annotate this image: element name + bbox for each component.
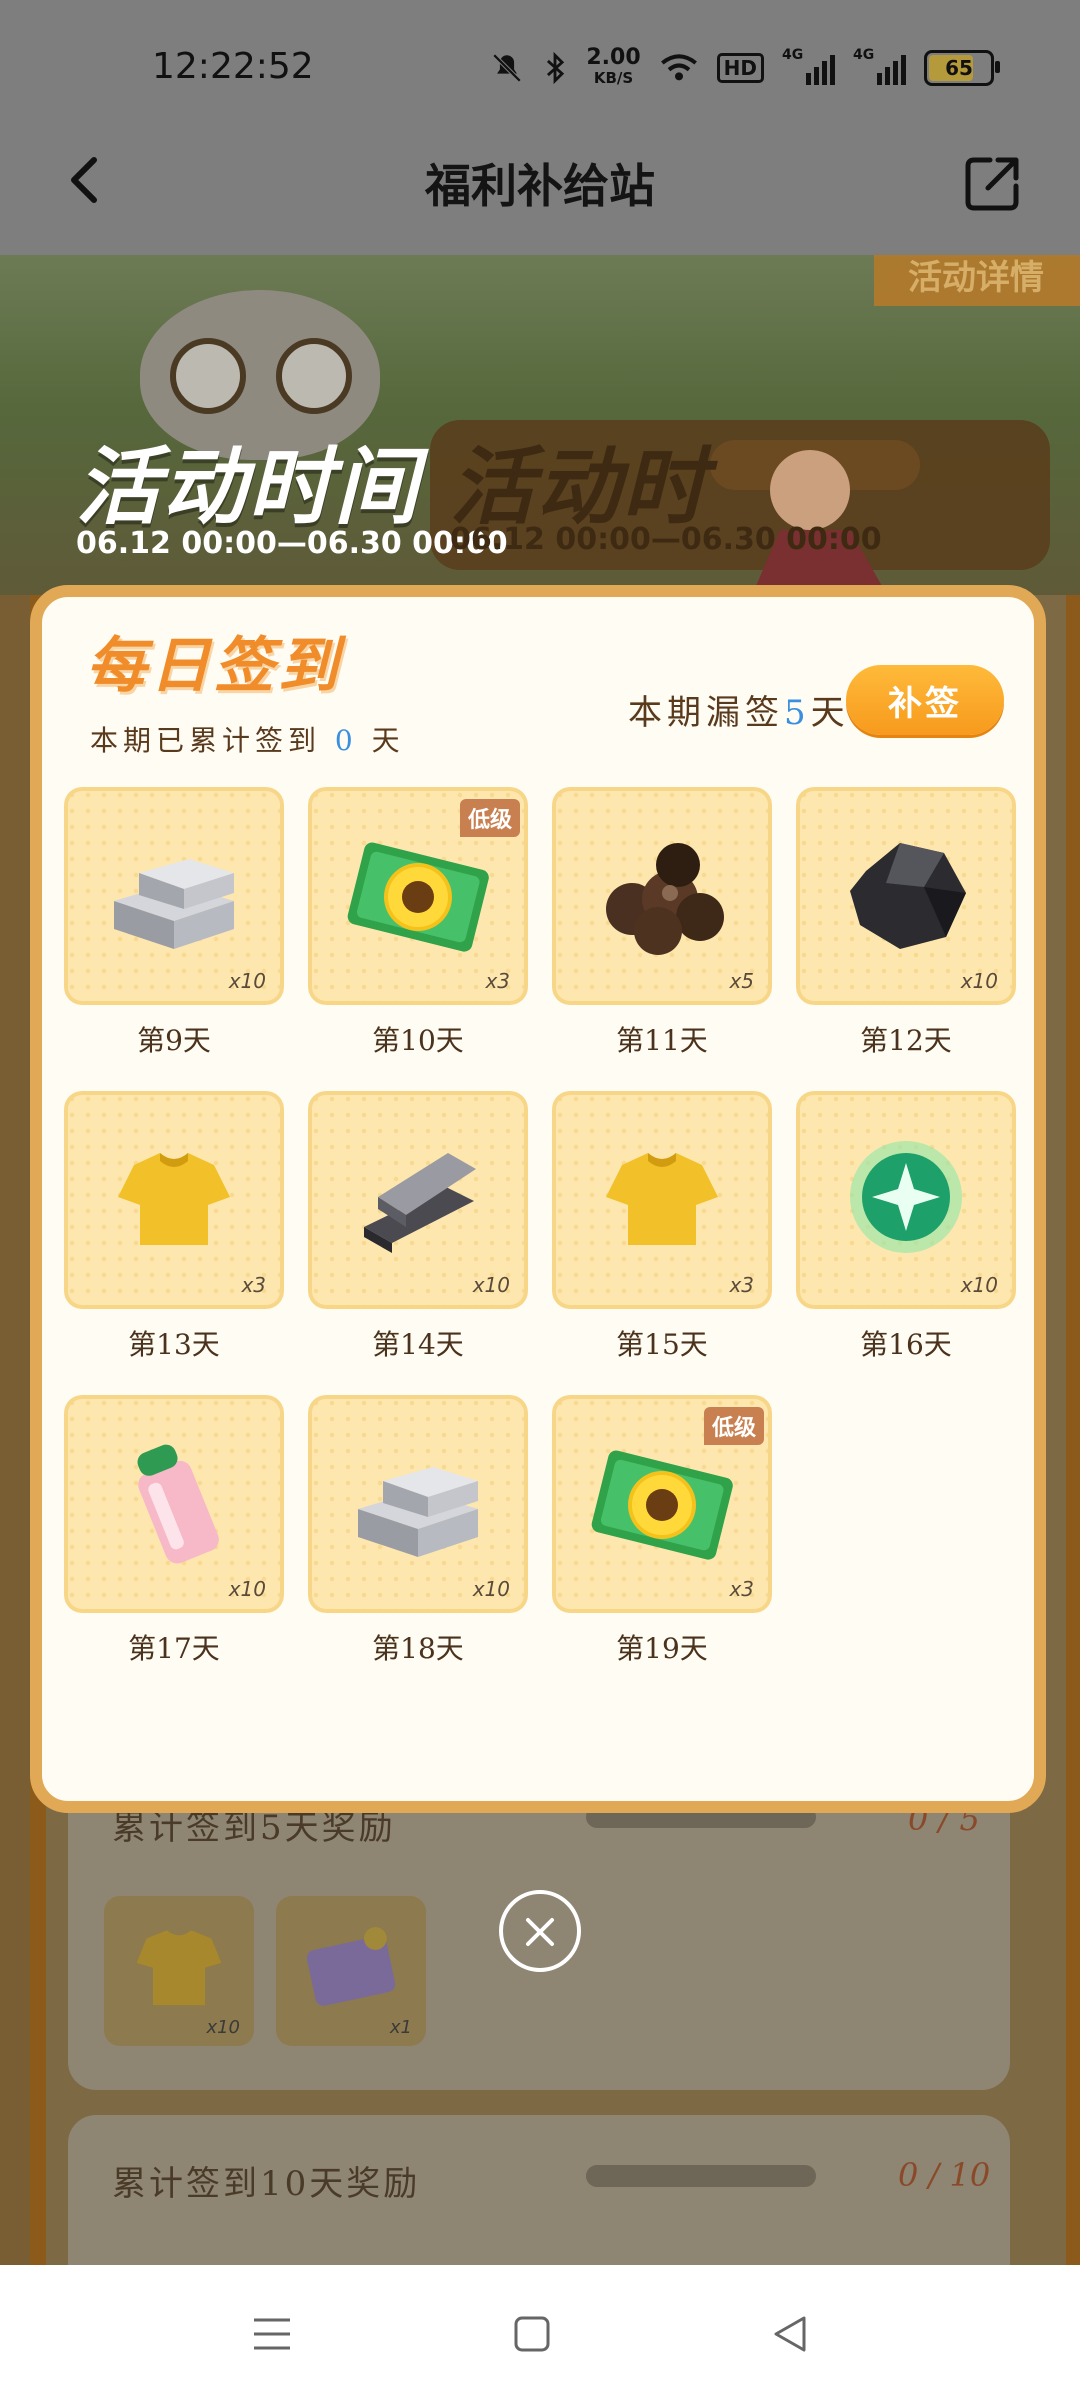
milestone-title: 累计签到10天奖励 <box>112 2164 421 2204</box>
day-cell[interactable]: x10 第18天 <box>308 1395 528 1695</box>
black-ore-icon <box>850 843 966 949</box>
hd-voice-icon: HD <box>716 53 764 83</box>
day-cell[interactable]: 低级 x3 第10天 <box>308 787 528 1087</box>
day-label: 第19天 <box>616 1632 708 1665</box>
mute-bell-icon <box>493 53 522 83</box>
event-time-range-shadow: 06.12 00:00—06.30 00:00 <box>450 522 882 557</box>
event-time-title: 活动时间 <box>76 438 421 536</box>
sunflower-ticket-icon <box>591 1450 733 1560</box>
item-count: x10 <box>960 969 998 993</box>
item-count: x5 <box>729 969 754 993</box>
battery-icon: 65 <box>924 50 1000 86</box>
event-time-range: 06.12 00:00—06.30 00:00 <box>76 526 508 561</box>
low-level-tag: 低级 <box>459 799 520 837</box>
green-orb-icon <box>850 1141 962 1253</box>
status-icons: 2.00 KB/S HD 4G 4G 65 <box>490 45 1000 88</box>
day-label: 第16天 <box>860 1328 952 1361</box>
sunflower-ticket-icon <box>347 842 489 952</box>
day-cell[interactable]: x10 第16天 <box>796 1091 1016 1391</box>
item-count: x10 <box>228 1577 266 1601</box>
day-label: 第15天 <box>616 1328 708 1361</box>
yellow-shirt-icon <box>606 1153 718 1245</box>
daily-checkin-modal: 每日签到 本期已累计签到 0 天 本期漏签5天 补签 x10 第9天 低级 x3… <box>30 585 1046 1813</box>
item-count: x3 <box>729 1273 754 1297</box>
day-cell[interactable]: x10 第17天 <box>64 1395 284 1695</box>
day-label: 第18天 <box>372 1632 464 1665</box>
resign-button[interactable]: 补签 <box>846 665 1004 735</box>
day-cell[interactable]: x10 第14天 <box>308 1091 528 1391</box>
silver-ingot-icon <box>114 859 234 949</box>
share-icon[interactable] <box>960 150 1026 216</box>
status-time: 12:22:52 <box>152 46 314 87</box>
signed-total: 本期已累计签到 0 天 <box>90 724 405 757</box>
day-cell[interactable]: x5 第11天 <box>552 787 772 1087</box>
network-speed: 2.00 KB/S <box>586 45 641 88</box>
day-cell[interactable]: x10 第12天 <box>796 787 1016 1087</box>
bluetooth-icon <box>547 51 565 85</box>
yellow-shirt-icon <box>118 1153 230 1245</box>
day-cell[interactable]: x10 第9天 <box>64 787 284 1087</box>
day-label: 第17天 <box>128 1632 220 1665</box>
day-label: 第12天 <box>860 1024 952 1057</box>
wifi-icon <box>660 54 697 81</box>
day-label: 第13天 <box>128 1328 220 1361</box>
milestone-reward[interactable]: x10 <box>104 1896 254 2046</box>
page-title: 福利补给站 <box>425 159 655 213</box>
checkin-grid: x10 第9天 低级 x3 第10天 x5 第11天 x10 第12天 x3 第… <box>64 787 1024 1665</box>
back-triangle-icon[interactable] <box>768 2312 812 2356</box>
low-level-tag: 低级 <box>703 1407 764 1445</box>
item-count: x3 <box>485 969 510 993</box>
item-count: x10 <box>228 969 266 993</box>
pink-bottle-icon <box>137 1444 219 1564</box>
day-label: 第11天 <box>616 1024 708 1057</box>
day-label: 第10天 <box>372 1024 464 1057</box>
menu-icon[interactable] <box>250 2312 294 2356</box>
item-count: x10 <box>960 1273 998 1297</box>
close-circle-icon[interactable] <box>499 1890 581 1972</box>
boy-character <box>710 440 920 600</box>
item-count: x3 <box>241 1273 266 1297</box>
item-count: x3 <box>729 1577 754 1601</box>
signal-icon: 4G <box>782 47 835 85</box>
milestone-reward[interactable]: x1 <box>276 1896 426 2046</box>
milestone-progress: 0 / 10 <box>898 2156 991 2194</box>
iron-plate-icon <box>364 1153 476 1253</box>
missed-days: 本期漏签5天 <box>628 693 850 733</box>
modal-title: 每日签到 <box>86 631 342 701</box>
day-cell[interactable]: 低级 x3 第19天 <box>552 1395 772 1695</box>
item-count: x10 <box>472 1577 510 1601</box>
milestone-progress-bar <box>586 2165 816 2187</box>
signal-icon: 4G <box>853 47 906 85</box>
silver-ingot-icon <box>358 1467 478 1557</box>
dark-balls-icon <box>606 843 724 955</box>
day-label: 第9天 <box>137 1024 211 1057</box>
home-square-icon[interactable] <box>510 2312 554 2356</box>
day-cell[interactable]: x3 第15天 <box>552 1091 772 1391</box>
day-cell[interactable]: x3 第13天 <box>64 1091 284 1391</box>
day-label: 第14天 <box>372 1328 464 1361</box>
item-count: x10 <box>472 1273 510 1297</box>
